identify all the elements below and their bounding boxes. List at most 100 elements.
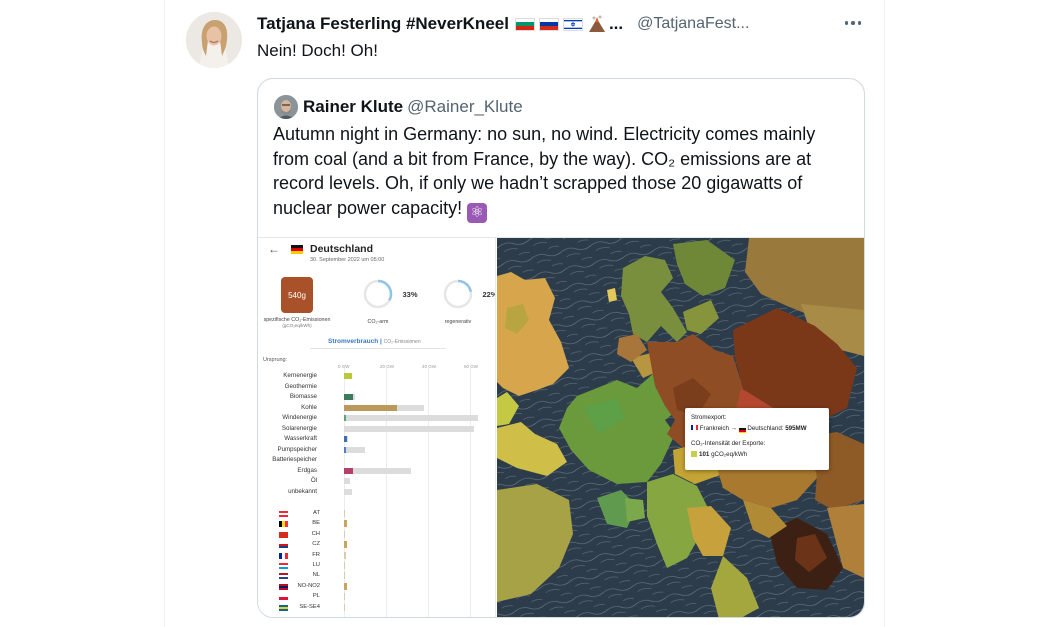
country-flag-icon xyxy=(279,604,288,611)
gw-tick-label: 20 GW xyxy=(380,364,395,369)
country-label: PL xyxy=(312,593,320,600)
source-capacity-bar xyxy=(344,415,479,421)
israel-flag-icon xyxy=(562,17,583,31)
co2-intensity-label: spezifische CO₂-Emissionen (gCO₂eq/kWh) xyxy=(263,317,331,328)
source-value-bar[interactable] xyxy=(344,446,346,453)
germany-flag-icon xyxy=(291,245,303,254)
source-label: Geothermie xyxy=(284,382,317,390)
co2-intensity-value: 540g xyxy=(288,290,306,300)
quoted-author-avatar[interactable] xyxy=(274,95,298,119)
tweet-page: Tatjana Festerling #NeverKneel ... @Tatj… xyxy=(0,0,1050,627)
author-handle[interactable]: @TatjanaFest... xyxy=(637,15,749,33)
germany-flag-icon xyxy=(738,428,746,434)
country-label: FR xyxy=(312,551,320,558)
name-ellipsis: ... xyxy=(608,14,624,33)
country-label: SE-SE4 xyxy=(299,603,320,610)
country-label: CH xyxy=(311,530,320,537)
low-carbon-label: CO₂-arm xyxy=(367,319,389,325)
country-flag-icon xyxy=(279,552,288,559)
quoted-author-name[interactable]: Rainer Klute xyxy=(303,97,403,117)
tab-consumption[interactable]: Stromverbrauch xyxy=(328,338,378,345)
source-capacity-bar xyxy=(344,478,351,484)
renewable-ring: 22% xyxy=(442,278,495,310)
source-value-bar[interactable] xyxy=(344,415,347,421)
source-value-bar[interactable] xyxy=(344,373,353,379)
source-value-bar[interactable] xyxy=(344,436,348,442)
timestamp: 30. September 2022 um 05:00 xyxy=(310,257,385,263)
russia-flag-icon xyxy=(538,17,559,31)
source-value-bar[interactable] xyxy=(344,394,354,400)
exchange-bar[interactable] xyxy=(344,530,346,538)
gw-gridline xyxy=(428,368,429,617)
author-name[interactable]: Tatjana Festerling #NeverKneel xyxy=(257,14,509,34)
exchange-bar[interactable] xyxy=(344,593,346,601)
tooltip-intensity: 101 gCO₂eq/kWh xyxy=(691,451,747,458)
consumption-tabs[interactable]: Stromverbrauch | CO₂-Emissionen xyxy=(328,338,421,345)
source-capacity-bar xyxy=(344,467,412,474)
timeline-border-left xyxy=(164,0,165,627)
europe-map[interactable]: Stromexport: Frankreich → Deutschland: 5… xyxy=(497,238,864,617)
exchange-bar[interactable] xyxy=(344,562,345,569)
co2-intensity-box: 540g xyxy=(281,277,313,313)
back-arrow-icon[interactable]: ← xyxy=(268,242,280,256)
tooltip-flow: Frankreich → Deutschland: 595MW xyxy=(691,425,807,434)
source-label: Solarenergie xyxy=(281,424,317,432)
source-label: Erdgas xyxy=(297,466,317,474)
tooltip-title: Stromexport: xyxy=(691,414,727,421)
volcano-icon xyxy=(587,15,607,33)
exchange-bar[interactable] xyxy=(344,603,346,611)
country-label: AT xyxy=(313,510,320,516)
name-flags xyxy=(514,15,607,33)
gw-gridline xyxy=(470,368,471,617)
country-name: Deutschland xyxy=(310,243,374,255)
quoted-tweet-text: Autumn night in Germany: no sun, no wind… xyxy=(273,122,838,223)
intensity-swatch xyxy=(691,451,697,457)
exchange-bar[interactable] xyxy=(344,551,346,559)
quoted-tweet[interactable]: Rainer Klute @Rainer_Klute Autumn night … xyxy=(257,78,865,618)
tweet-header: Tatjana Festerling #NeverKneel ... @Tatj… xyxy=(257,14,749,34)
renewable-label: regenerativ xyxy=(444,319,472,325)
atom-emoji-icon: ⚛ xyxy=(467,202,488,223)
source-capacity-bar xyxy=(344,425,475,432)
export-tooltip: Stromexport: Frankreich → Deutschland: 5… xyxy=(685,408,829,470)
country-flag-icon xyxy=(279,563,288,569)
gw-tick-label: 60 GW xyxy=(464,364,479,369)
source-label: Biomasse xyxy=(289,393,317,400)
country-flag-icon xyxy=(279,521,288,528)
france-flag-icon xyxy=(691,425,698,430)
quoted-tweet-header: Rainer Klute @Rainer_Klute xyxy=(274,95,523,119)
exchange-bar[interactable] xyxy=(344,541,348,549)
exchange-bar[interactable] xyxy=(344,582,348,590)
source-value-bar[interactable] xyxy=(344,404,397,411)
country-flag-icon xyxy=(279,531,288,538)
tab-emissions[interactable]: CO₂-Emissionen xyxy=(384,339,421,345)
tooltip-subtitle: CO₂-Intensität der Exporte: xyxy=(691,440,766,447)
source-label: Öl xyxy=(310,477,317,484)
country-label: NO-NO2 xyxy=(297,582,320,589)
source-value-bar[interactable] xyxy=(344,467,354,474)
exchange-bar[interactable] xyxy=(344,520,347,528)
tab-divider xyxy=(310,348,446,349)
tweet-text: Nein! Doch! Oh! xyxy=(257,41,378,60)
more-options-icon[interactable] xyxy=(842,12,864,34)
low-carbon-ring: 33% xyxy=(362,278,418,310)
source-capacity-bar xyxy=(344,446,365,453)
tooltip-value: 595MW xyxy=(785,425,807,432)
country-panel: ← Deutschland 30. September 2022 um 05:0… xyxy=(258,238,496,617)
author-avatar[interactable] xyxy=(186,12,242,68)
country-flag-icon xyxy=(279,542,288,549)
country-label: BE xyxy=(312,520,320,527)
renewable-value: 22% xyxy=(482,290,496,299)
quoted-tweet-body: Autumn night in Germany: no sun, no wind… xyxy=(273,124,816,218)
country-flag-icon xyxy=(279,511,288,517)
tweet-image[interactable]: ← Deutschland 30. September 2022 um 05:0… xyxy=(258,237,864,617)
exchange-bar[interactable] xyxy=(344,510,345,517)
exchange-bar[interactable] xyxy=(344,572,345,580)
country-flag-icon xyxy=(279,594,288,601)
quoted-author-handle[interactable]: @Rainer_Klute xyxy=(407,97,523,117)
gw-tick-label: 40 GW xyxy=(422,364,437,369)
source-label: unbekannt xyxy=(288,487,317,495)
bulgaria-flag-icon xyxy=(514,17,535,31)
country-flag-icon xyxy=(279,583,288,590)
source-capacity-bar xyxy=(344,488,353,495)
